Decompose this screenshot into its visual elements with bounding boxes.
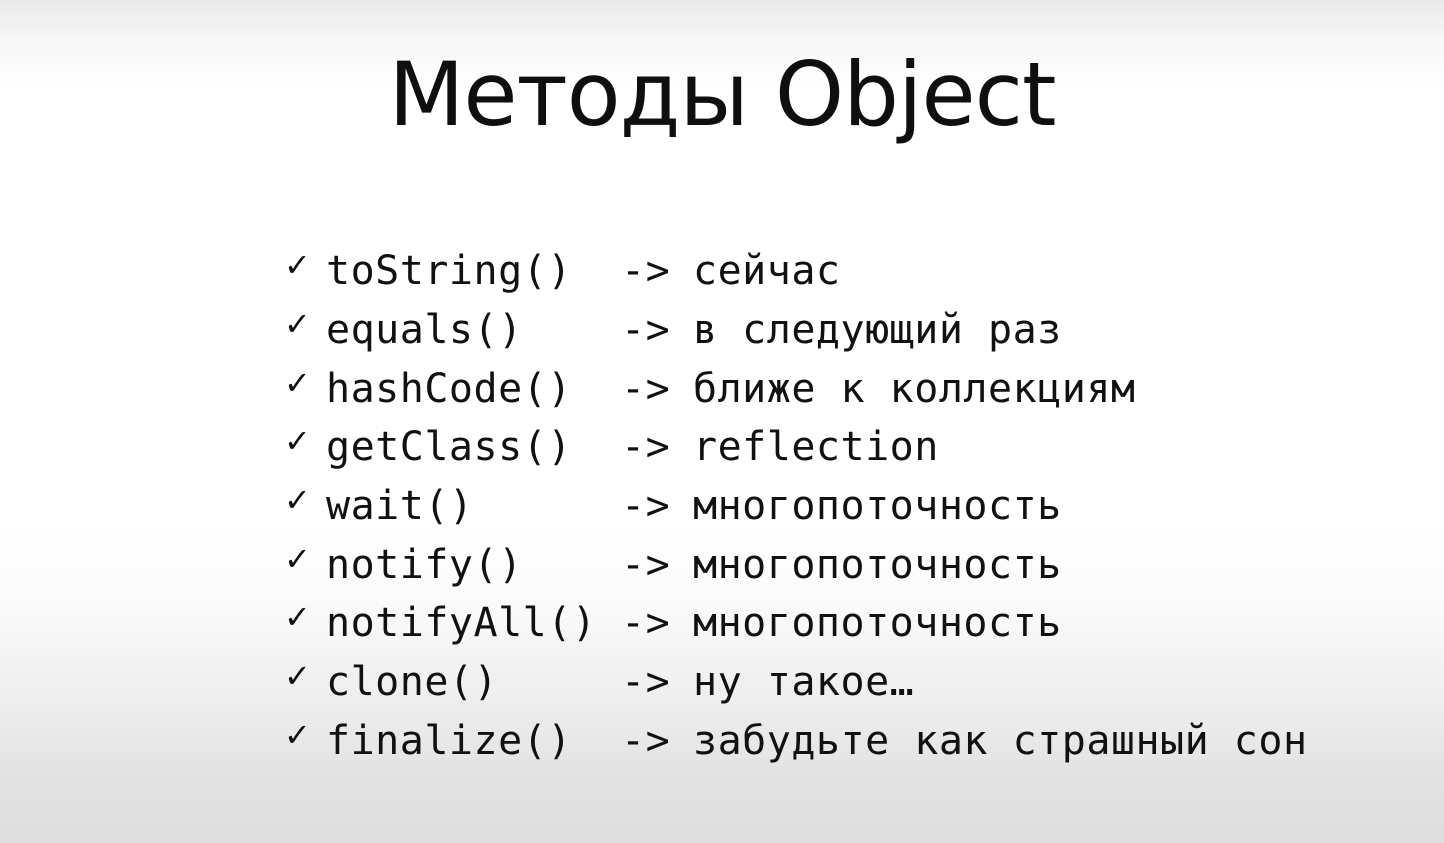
check-icon: ✓ xyxy=(284,481,311,520)
method-name: toString() xyxy=(326,248,572,295)
method-description: ну такое… xyxy=(693,659,915,706)
check-icon: ✓ xyxy=(284,657,311,696)
method-name: hashCode() xyxy=(326,365,572,412)
list-item: ✓ toString() -> сейчас xyxy=(284,242,1308,301)
arrow: -> xyxy=(621,659,671,706)
list-item: ✓ finalize() -> забудьте как страшный со… xyxy=(284,712,1308,771)
check-icon: ✓ xyxy=(284,246,311,285)
method-name: clone() xyxy=(326,659,499,706)
check-icon: ✓ xyxy=(284,715,311,754)
method-name: getClass() xyxy=(326,424,572,471)
list-item: ✓ equals() -> в следующий раз xyxy=(284,301,1308,360)
method-description: многопоточность xyxy=(693,541,1062,588)
slide-title: Методы Object xyxy=(388,43,1056,146)
method-name: finalize() xyxy=(326,717,572,764)
list-item: ✓ notifyAll() -> многопоточность xyxy=(284,594,1308,653)
arrow: -> xyxy=(621,483,671,530)
check-icon: ✓ xyxy=(284,422,311,461)
methods-list: ✓ toString() -> сейчас ✓ equals() -> в с… xyxy=(284,242,1308,770)
arrow: -> xyxy=(621,424,671,471)
arrow: -> xyxy=(621,307,671,354)
list-item: ✓ notify() -> многопоточность xyxy=(284,535,1308,594)
arrow: -> xyxy=(621,717,671,764)
arrow: -> xyxy=(621,248,671,295)
arrow: -> xyxy=(621,600,671,647)
method-description: забудьте как страшный сон xyxy=(693,717,1308,764)
method-name: wait() xyxy=(326,483,474,530)
list-item: ✓ clone() -> ну такое… xyxy=(284,653,1308,712)
check-icon: ✓ xyxy=(284,305,311,344)
method-description: reflection xyxy=(693,424,939,471)
arrow: -> xyxy=(621,365,671,412)
list-item: ✓ getClass() -> reflection xyxy=(284,418,1308,477)
method-name: equals() xyxy=(326,307,523,354)
method-name: notify() xyxy=(326,541,523,588)
method-name: notifyAll() xyxy=(326,600,597,647)
method-description: ближе к коллекциям xyxy=(693,365,1136,412)
list-item: ✓ hashCode() -> ближе к коллекциям xyxy=(284,359,1308,418)
method-description: сейчас xyxy=(693,248,841,295)
check-icon: ✓ xyxy=(284,598,311,637)
method-description: многопоточность xyxy=(693,600,1062,647)
list-item: ✓ wait() -> многопоточность xyxy=(284,477,1308,536)
method-description: многопоточность xyxy=(693,483,1062,530)
arrow: -> xyxy=(621,541,671,588)
method-description: в следующий раз xyxy=(693,307,1062,354)
check-icon: ✓ xyxy=(284,539,311,578)
check-icon: ✓ xyxy=(284,363,311,402)
